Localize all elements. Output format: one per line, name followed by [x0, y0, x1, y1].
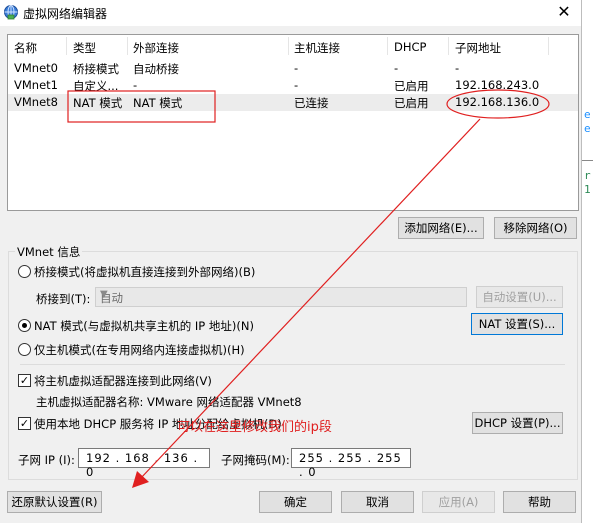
bridge-mode-label[interactable]: 桥接模式(将虚拟机直接连接到外部网络)(B) [34, 264, 255, 280]
terminal-glyph: e [584, 122, 591, 135]
column-header-dhcp[interactable]: DHCP [394, 40, 426, 54]
subnet-ip-label: 子网 IP (I): [18, 453, 75, 467]
annotation-text: 可以在这里修改我们的ip段 [177, 420, 332, 435]
dhcp-settings-button[interactable]: DHCP 设置(P)... [472, 412, 563, 434]
subnet-mask-label: 子网掩码(M): [221, 453, 290, 467]
column-header-external[interactable]: 外部连接 [133, 40, 179, 56]
table-row[interactable]: VMnet0 桥接模式 自动桥接 - - - [8, 60, 578, 77]
table-row[interactable]: VMnet1 自定义... - - 已启用 192.168.243.0 [8, 77, 578, 94]
list-header: 名称 类型 外部连接 主机连接 DHCP 子网地址 [8, 35, 578, 57]
bridge-to-label: 桥接到(T): [36, 292, 91, 306]
subnet-mask-input[interactable]: 255 . 255 . 255 . 0 [291, 448, 411, 479]
remove-network-button[interactable]: 移除网络(O) [494, 217, 577, 239]
column-header-type[interactable]: 类型 [73, 40, 96, 56]
nat-mode-radio[interactable] [18, 319, 31, 332]
nat-mode-label[interactable]: NAT 模式(与虚拟机共享主机的 IP 地址)(N) [34, 318, 254, 334]
table-row-selected[interactable]: VMnet8 NAT 模式 NAT 模式 已连接 已启用 192.168.136… [8, 94, 578, 111]
auto-settings-button[interactable]: 自动设置(U)... [476, 286, 563, 308]
connect-adapter-label[interactable]: 将主机虚拟适配器连接到此网络(V) [34, 373, 212, 389]
close-icon[interactable]: ✕ [551, 1, 577, 23]
terminal-glyph: e [584, 108, 591, 121]
virtual-network-editor-window: 虚拟网络编辑器 ✕ 名称 类型 外部连接 主机连接 DHCP 子网地址 VMne… [0, 0, 582, 523]
divider [20, 364, 565, 365]
nat-settings-button[interactable]: NAT 设置(S)... [471, 313, 563, 335]
add-network-button[interactable]: 添加网络(E)... [398, 217, 484, 239]
bridge-mode-radio[interactable] [18, 265, 31, 278]
column-header-subnet[interactable]: 子网地址 [455, 40, 501, 56]
network-list[interactable]: 名称 类型 外部连接 主机连接 DHCP 子网地址 VMnet0 桥接模式 自动… [7, 34, 579, 211]
column-header-host[interactable]: 主机连接 [294, 40, 340, 56]
host-only-mode-radio[interactable] [18, 343, 31, 356]
window-title: 虚拟网络编辑器 [23, 7, 108, 21]
ok-button[interactable]: 确定 [259, 491, 332, 513]
cancel-button[interactable]: 取消 [341, 491, 414, 513]
connect-adapter-checkbox[interactable]: ✓ [18, 374, 31, 387]
subnet-ip-input[interactable]: 192 . 168 . 136 . 0 [78, 448, 210, 479]
adapter-name-text: 主机虚拟适配器名称: VMware 网络适配器 VMnet8 [36, 395, 302, 409]
terminal-glyph: r [584, 169, 591, 182]
restore-defaults-button[interactable]: 还原默认设置(R) [7, 491, 102, 513]
vmnet-info-label: VMnet 信息 [15, 244, 83, 260]
use-dhcp-checkbox[interactable]: ✓ [18, 417, 31, 430]
terminal-glyph: 1 [584, 183, 591, 196]
title-bar: 虚拟网络编辑器 ✕ [0, 0, 581, 26]
chevron-down-icon: ▼ [100, 289, 108, 300]
network-globe-icon [4, 5, 18, 20]
column-header-name[interactable]: 名称 [14, 40, 37, 56]
apply-button[interactable]: 应用(A) [422, 491, 495, 513]
background-terminal-edge [582, 0, 593, 523]
bridge-to-select[interactable]: 自动 ▼ [95, 287, 467, 307]
host-only-mode-label[interactable]: 仅主机模式(在专用网络内连接虚拟机)(H) [34, 342, 245, 358]
help-button[interactable]: 帮助 [503, 491, 576, 513]
